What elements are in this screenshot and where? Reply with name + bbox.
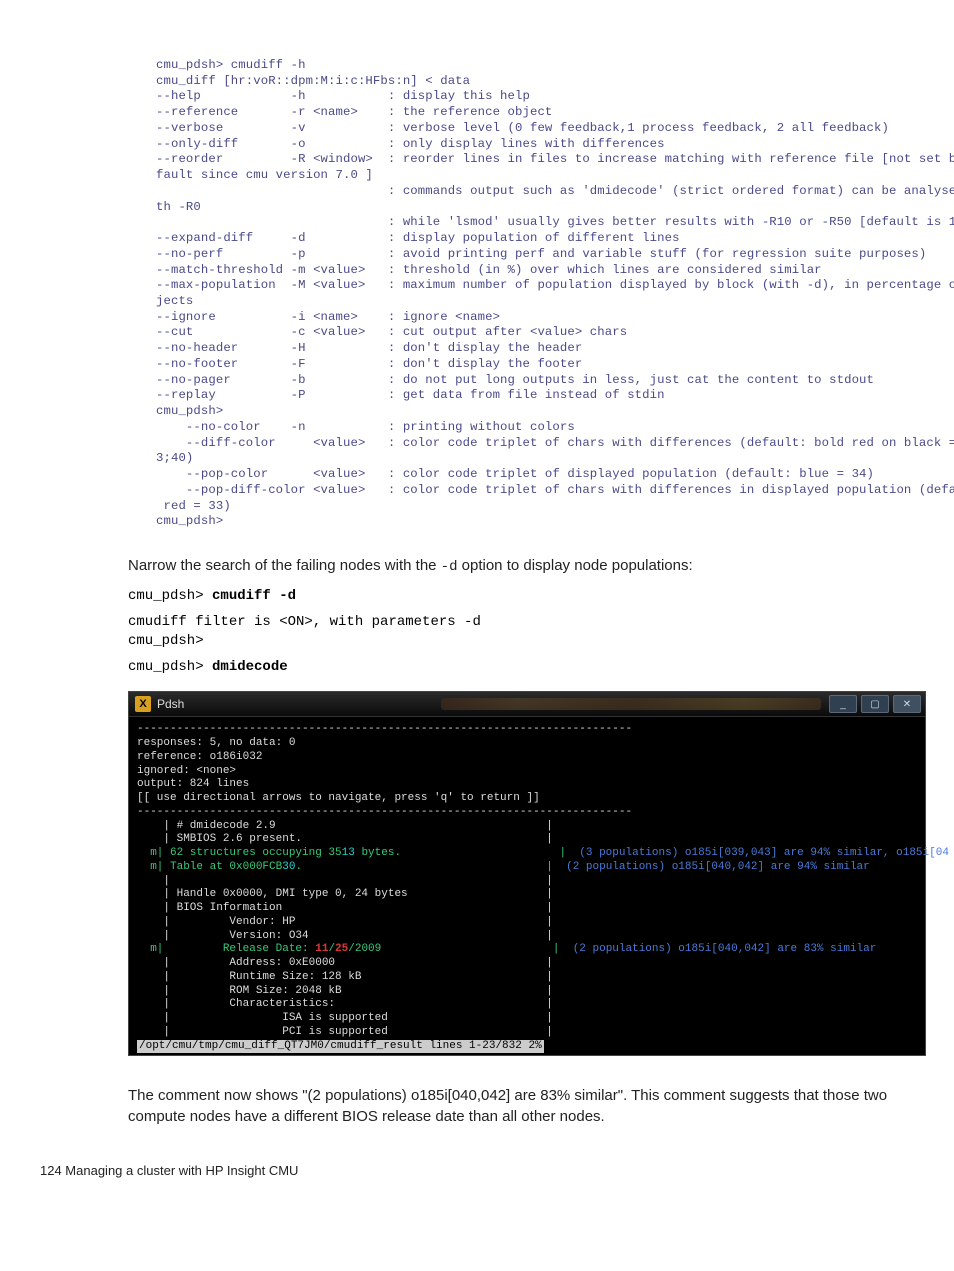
para-comment-explain: The comment now shows "(2 populations) o… <box>128 1086 918 1127</box>
page-footer: 124 Managing a cluster with HP Insight C… <box>40 1163 954 1178</box>
minimize-button[interactable]: _ <box>829 695 857 713</box>
pdsh-titlebar: X Pdsh _ ▢ ✕ <box>129 692 925 717</box>
window-controls: _ ▢ ✕ <box>829 695 925 713</box>
cmudiff-filter-line: cmudiff filter is <ON>, with parameters … <box>128 613 954 633</box>
para1-code: -d <box>441 559 458 575</box>
para1-text-b: option to display node populations: <box>457 557 692 574</box>
pdsh-title: Pdsh <box>157 697 184 711</box>
titlebar-blur <box>441 698 821 710</box>
cmd-cmudiff-d: cmudiff -d <box>212 588 296 604</box>
prompt-3: cmu_pdsh> <box>128 659 212 675</box>
pdsh-window: X Pdsh _ ▢ ✕ ---------------------------… <box>128 691 926 1056</box>
maximize-button[interactable]: ▢ <box>861 695 889 713</box>
prompt-1: cmu_pdsh> <box>128 588 212 604</box>
para-narrow-search: Narrow the search of the failing nodes w… <box>128 556 954 577</box>
pdsh-app-icon: X <box>135 696 151 712</box>
cmd-dmidecode: dmidecode <box>212 659 288 675</box>
prompt-2: cmu_pdsh> <box>128 632 954 652</box>
pager-status: /opt/cmu/tmp/cmu_diff_QT7JM0/cmudiff_res… <box>137 1040 544 1054</box>
para1-text-a: Narrow the search of the failing nodes w… <box>128 557 441 574</box>
cmudiff-help-output: cmu_pdsh> cmudiff -h cmu_diff [hr:voR::d… <box>156 58 954 530</box>
cmudiff-d-commands: cmu_pdsh> cmudiff -d cmudiff filter is <… <box>128 587 954 677</box>
close-button[interactable]: ✕ <box>893 695 921 713</box>
pdsh-terminal-content: ----------------------------------------… <box>129 717 925 1055</box>
